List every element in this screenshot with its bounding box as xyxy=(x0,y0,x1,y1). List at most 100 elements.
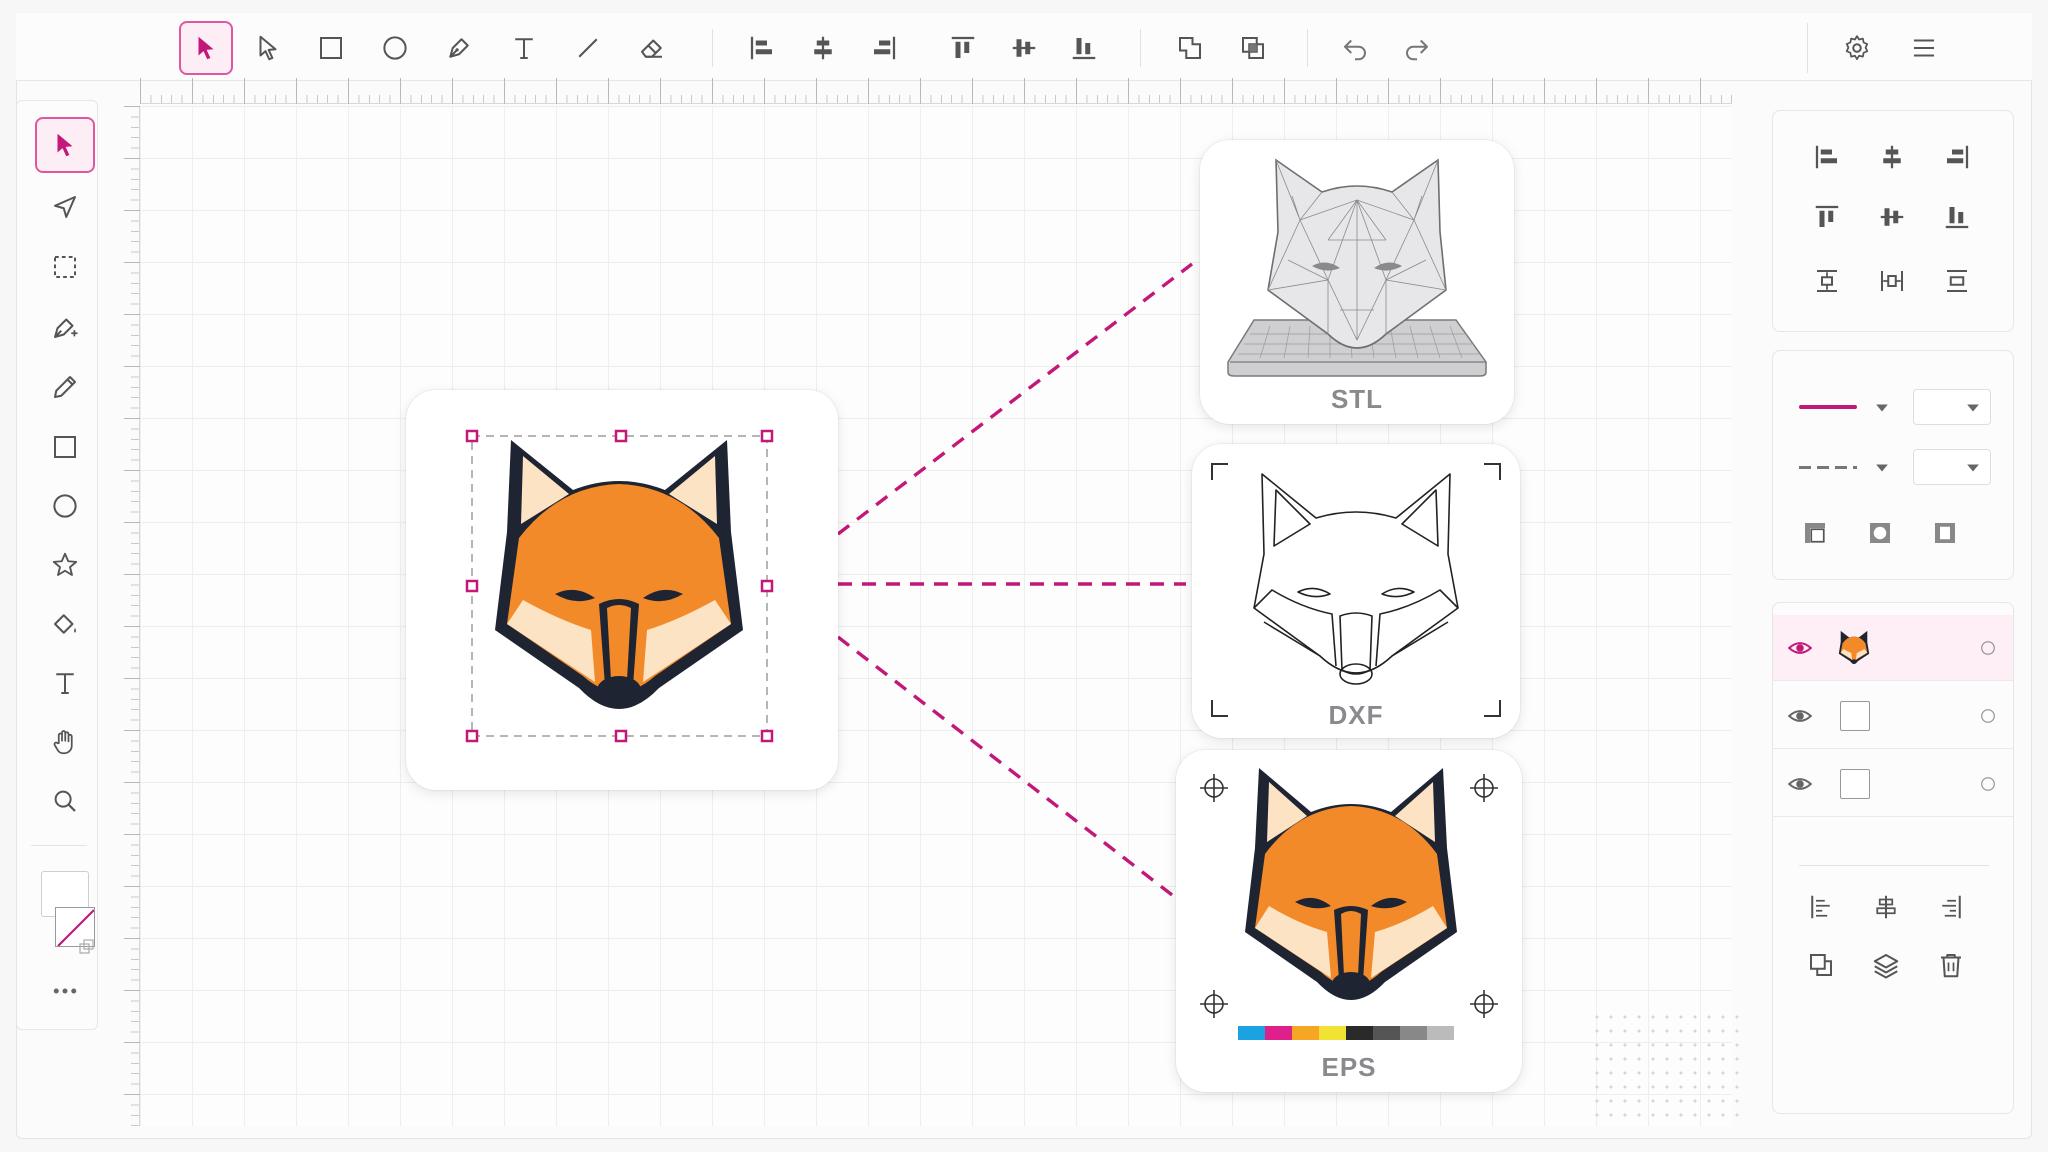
align-bottom-button[interactable] xyxy=(1057,21,1111,75)
align-right-lines-icon xyxy=(1942,895,1961,919)
layer-lock-circle-icon[interactable] xyxy=(1979,707,1997,725)
rectangle-tool-button[interactable] xyxy=(304,21,358,75)
left-ellipse-tool[interactable] xyxy=(35,478,95,534)
left-marquee-tool[interactable] xyxy=(35,239,95,295)
left-hand-tool[interactable] xyxy=(35,714,95,770)
align-center-icon xyxy=(814,36,832,60)
dash-pattern-dropdown[interactable] xyxy=(1913,449,1991,485)
align-center-horizontal-button[interactable] xyxy=(796,21,850,75)
layer-lock-circle-icon[interactable] xyxy=(1979,775,1997,793)
stroke-center-icon xyxy=(1870,523,1890,543)
align-left-icon xyxy=(750,36,772,60)
layer-stack-button[interactable] xyxy=(1864,943,1908,987)
rectangle-icon xyxy=(54,436,76,458)
eye-visible-icon[interactable] xyxy=(1787,771,1813,797)
chevron-down-icon[interactable] xyxy=(1875,463,1889,473)
align-middle-icon xyxy=(1012,39,1036,57)
layer-row-fox[interactable] xyxy=(1773,615,2013,681)
left-rectangle-tool[interactable] xyxy=(35,419,95,475)
undo-icon xyxy=(1344,39,1366,61)
align-bottom-icon xyxy=(1072,38,1096,60)
select-tool-button[interactable] xyxy=(179,21,233,75)
eraser-tool-button[interactable] xyxy=(625,21,679,75)
distribute-spacing-icon xyxy=(1947,270,1967,292)
layer-row-empty-1[interactable] xyxy=(1773,683,2013,749)
stroke-color-preview[interactable] xyxy=(1799,405,1857,409)
line-tool-button[interactable] xyxy=(561,21,615,75)
union-button[interactable] xyxy=(1163,21,1217,75)
panel-align-left-button[interactable] xyxy=(1805,135,1849,179)
redo-button[interactable] xyxy=(1390,21,1444,75)
layer-align-left-button[interactable] xyxy=(1799,885,1843,929)
horizontal-ruler-major-ticks xyxy=(140,78,1732,104)
stroke-width-dropdown[interactable] xyxy=(1913,389,1991,425)
layers-divider xyxy=(1799,865,1989,866)
dot-grid-decoration xyxy=(1590,1010,1740,1122)
left-zoom-tool[interactable] xyxy=(35,773,95,829)
panel-align-center-button[interactable] xyxy=(1870,135,1914,179)
hamburger-menu-icon xyxy=(1914,39,1934,57)
source-logo-card[interactable] xyxy=(406,390,838,790)
settings-button[interactable] xyxy=(1830,21,1884,75)
align-right-button[interactable] xyxy=(857,21,911,75)
star-icon xyxy=(52,552,78,576)
marquee-selection-icon xyxy=(54,256,76,278)
eye-visible-icon[interactable] xyxy=(1787,703,1813,729)
left-tool-panel xyxy=(16,100,98,1030)
align-bottom-icon xyxy=(1945,207,1969,229)
left-text-tool[interactable] xyxy=(35,655,95,711)
layer-align-right-button[interactable] xyxy=(1929,885,1973,929)
align-middle-vertical-button[interactable] xyxy=(997,21,1051,75)
eps-export-card[interactable]: EPS xyxy=(1176,750,1522,1092)
stroke-align-outside-button[interactable] xyxy=(1793,511,1837,555)
rectangle-icon xyxy=(320,37,342,59)
panel-align-middle-button[interactable] xyxy=(1870,195,1914,239)
align-top-button[interactable] xyxy=(936,21,990,75)
fox-logo[interactable] xyxy=(406,390,838,790)
panel-align-right-button[interactable] xyxy=(1935,135,1979,179)
left-paint-bucket-tool[interactable] xyxy=(35,596,95,652)
chevron-down-icon xyxy=(1967,404,1979,412)
left-star-tool[interactable] xyxy=(35,537,95,593)
left-pen-tool[interactable] xyxy=(35,299,95,355)
stroke-inside-icon xyxy=(1935,523,1955,543)
panel-align-bottom-button[interactable] xyxy=(1935,195,1979,239)
pen-tool-button[interactable] xyxy=(432,21,486,75)
menu-button[interactable] xyxy=(1897,21,1951,75)
delete-layer-button[interactable] xyxy=(1929,943,1973,987)
layer-align-center-button[interactable] xyxy=(1864,885,1908,929)
cmyk-color-bar xyxy=(1238,1026,1454,1040)
distribute-horizontal-button[interactable] xyxy=(1870,259,1914,303)
left-pencil-tool[interactable] xyxy=(35,359,95,415)
stl-export-card[interactable]: STL xyxy=(1200,140,1514,424)
left-direct-select-tool[interactable] xyxy=(35,179,95,235)
fill-stroke-swatch[interactable] xyxy=(37,871,95,961)
stroke-align-inside-button[interactable] xyxy=(1923,511,1967,555)
undo-button[interactable] xyxy=(1328,21,1382,75)
stroke-align-center-button[interactable] xyxy=(1858,511,1902,555)
panel-align-top-button[interactable] xyxy=(1805,195,1849,239)
fox-layer-thumbnail xyxy=(1838,630,1870,665)
left-select-tool[interactable] xyxy=(35,117,95,173)
circle-icon xyxy=(53,494,77,518)
layer-row-empty-2[interactable] xyxy=(1773,751,2013,817)
align-left-button[interactable] xyxy=(735,21,789,75)
dxf-export-card[interactable]: DXF xyxy=(1192,444,1520,738)
magnifier-icon xyxy=(54,790,76,812)
intersect-button[interactable] xyxy=(1226,21,1280,75)
layer-lock-circle-icon[interactable] xyxy=(1979,639,1997,657)
distribute-vertical-button[interactable] xyxy=(1805,259,1849,303)
stl-format-label: STL xyxy=(1330,384,1384,414)
pen-nib-plus-icon xyxy=(54,318,78,338)
eye-visible-icon[interactable] xyxy=(1787,635,1813,661)
swap-colors-icon[interactable] xyxy=(77,937,97,957)
arrow-cursor-icon xyxy=(57,133,73,157)
distribute-spacing-button[interactable] xyxy=(1935,259,1979,303)
chevron-down-icon[interactable] xyxy=(1875,403,1889,413)
ellipse-tool-button[interactable] xyxy=(368,21,422,75)
dash-style-preview[interactable] xyxy=(1799,466,1857,469)
more-tools-button[interactable] xyxy=(35,971,95,1011)
direct-select-tool-button[interactable] xyxy=(241,21,295,75)
text-tool-button[interactable] xyxy=(497,21,551,75)
duplicate-layer-button[interactable] xyxy=(1799,943,1843,987)
